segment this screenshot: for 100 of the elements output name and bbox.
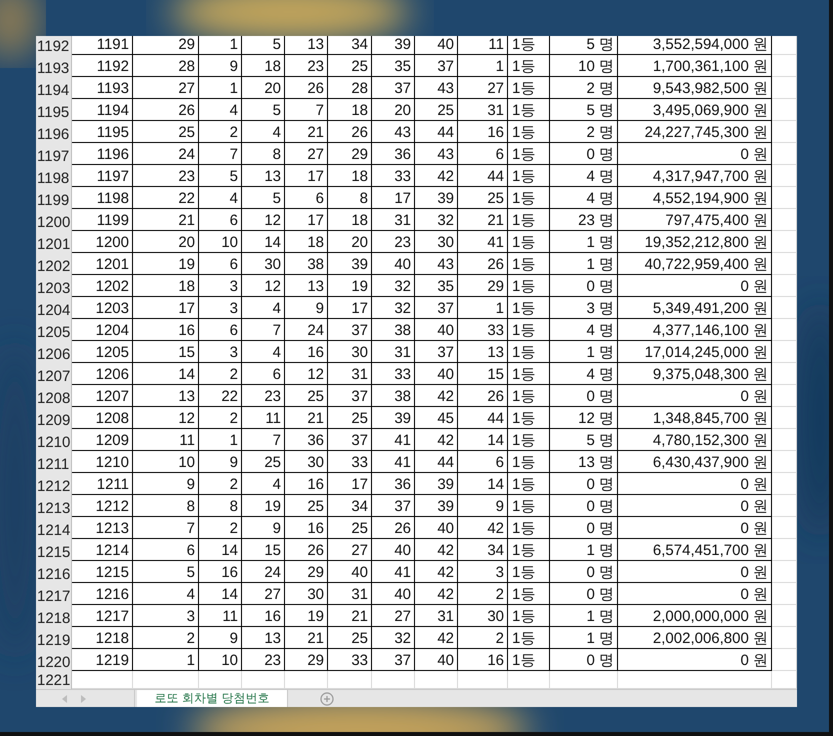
row-header[interactable]: 1207	[36, 363, 72, 385]
table-cell: 1212	[72, 495, 133, 517]
table-cell: 16	[199, 561, 242, 583]
empty-cell[interactable]	[772, 275, 797, 297]
empty-cell[interactable]	[772, 385, 797, 407]
empty-cell[interactable]	[772, 583, 797, 605]
scroll-right-icon[interactable]	[81, 694, 86, 702]
row-header[interactable]: 1205	[36, 319, 72, 341]
row-header[interactable]: 1202	[36, 253, 72, 275]
row-header[interactable]: 1204	[36, 297, 72, 319]
empty-cell[interactable]	[772, 495, 797, 517]
empty-cell[interactable]	[772, 451, 797, 473]
table-cell: 7	[242, 429, 285, 451]
row-header[interactable]: 1195	[36, 99, 72, 121]
row-header[interactable]: 1210	[36, 429, 72, 451]
empty-cell[interactable]	[772, 253, 797, 275]
empty-cell[interactable]	[772, 36, 797, 55]
empty-cell[interactable]	[772, 627, 797, 649]
table-cell: 24	[285, 319, 328, 341]
table-cell: 15	[242, 539, 285, 561]
table-cell: 33	[328, 451, 372, 473]
row-header[interactable]: 1196	[36, 121, 72, 143]
row-header[interactable]: 1215	[36, 539, 72, 561]
table-cell: 38	[372, 385, 415, 407]
add-sheet-icon[interactable]	[320, 692, 334, 706]
row-header[interactable]: 1193	[36, 55, 72, 77]
table-cell: 12	[285, 363, 328, 385]
table-cell: 37	[372, 649, 415, 671]
empty-cell[interactable]	[772, 407, 797, 429]
row-header[interactable]: 1206	[36, 341, 72, 363]
empty-cell[interactable]	[772, 429, 797, 451]
scroll-left-icon[interactable]	[62, 694, 67, 702]
table-cell: 0 원	[618, 649, 772, 671]
table-cell: 5 명	[550, 36, 618, 55]
table-cell: 1등	[508, 253, 550, 275]
empty-cell[interactable]	[772, 561, 797, 583]
table-cell: 2 명	[550, 77, 618, 99]
table-cell: 19,352,212,800 원	[618, 231, 772, 253]
row-header[interactable]: 1198	[36, 165, 72, 187]
table-cell: 19	[133, 253, 199, 275]
table-cell: 38	[285, 253, 328, 275]
table-cell: 29	[458, 275, 508, 297]
empty-cell[interactable]	[772, 539, 797, 561]
empty-cell[interactable]	[772, 121, 797, 143]
table-cell: 7	[285, 99, 328, 121]
empty-cell[interactable]	[772, 517, 797, 539]
row-header[interactable]: 1216	[36, 561, 72, 583]
table-cell: 2,002,006,800 원	[618, 627, 772, 649]
table-cell: 9,375,048,300 원	[618, 363, 772, 385]
row-header[interactable]: 1220	[36, 649, 72, 671]
table-cell: 16	[285, 341, 328, 363]
row-header[interactable]: 1200	[36, 209, 72, 231]
empty-cell[interactable]	[772, 319, 797, 341]
empty-cell[interactable]	[772, 143, 797, 165]
empty-cell[interactable]	[772, 297, 797, 319]
sheet-tab[interactable]: 로또 회차별 당첨번호	[137, 690, 288, 707]
table-cell: 12	[133, 407, 199, 429]
empty-cell[interactable]	[772, 77, 797, 99]
table-cell: 40	[415, 36, 458, 55]
empty-cell[interactable]	[772, 165, 797, 187]
table-cell: 3 명	[550, 297, 618, 319]
table-cell: 13	[242, 165, 285, 187]
empty-cell[interactable]	[772, 187, 797, 209]
row-header[interactable]: 1201	[36, 231, 72, 253]
row-header[interactable]: 1213	[36, 495, 72, 517]
empty-cell[interactable]	[772, 473, 797, 495]
table-cell: 4,780,152,300 원	[618, 429, 772, 451]
table-cell: 0 원	[618, 561, 772, 583]
row-header[interactable]: 1199	[36, 187, 72, 209]
row-header[interactable]: 1214	[36, 517, 72, 539]
empty-cell[interactable]	[772, 55, 797, 77]
row-header[interactable]: 1218	[36, 605, 72, 627]
empty-cell[interactable]	[772, 341, 797, 363]
table-cell: 28	[133, 55, 199, 77]
table-cell: 0 명	[550, 583, 618, 605]
row-header[interactable]: 1209	[36, 407, 72, 429]
table-cell: 1205	[72, 341, 133, 363]
empty-cell[interactable]	[772, 605, 797, 627]
table-cell: 20	[242, 77, 285, 99]
empty-cell[interactable]	[772, 649, 797, 671]
table-cell: 32	[415, 209, 458, 231]
row-header[interactable]: 1197	[36, 143, 72, 165]
empty-cell[interactable]	[772, 363, 797, 385]
row-header[interactable]: 1203	[36, 275, 72, 297]
row-header[interactable]: 1217	[36, 583, 72, 605]
empty-cell[interactable]	[772, 231, 797, 253]
row-header[interactable]: 1192	[36, 36, 72, 55]
row-header[interactable]: 1212	[36, 473, 72, 495]
table-cell: 1 명	[550, 341, 618, 363]
empty-cell[interactable]	[772, 99, 797, 121]
row-header[interactable]: 1194	[36, 77, 72, 99]
row-header[interactable]: 1211	[36, 451, 72, 473]
table-cell: 32	[372, 275, 415, 297]
row-header[interactable]: 1219	[36, 627, 72, 649]
table-cell: 42	[415, 539, 458, 561]
table-cell: 9	[133, 473, 199, 495]
empty-cell[interactable]	[772, 209, 797, 231]
row-header[interactable]: 1208	[36, 385, 72, 407]
row-header[interactable]: 1221	[36, 671, 72, 689]
table-cell: 43	[415, 253, 458, 275]
